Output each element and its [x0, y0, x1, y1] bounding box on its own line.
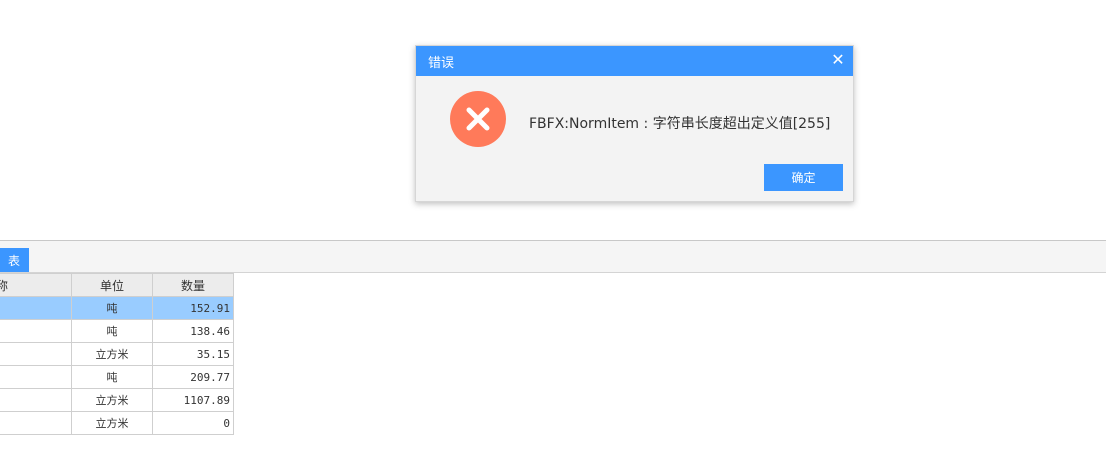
- panel-tabbar: 表: [0, 241, 1106, 273]
- cell-quantity[interactable]: 0: [152, 411, 234, 435]
- column-header-name[interactable]: 名称: [0, 273, 72, 297]
- table-row[interactable]: 筋 吨 138.46: [0, 319, 234, 343]
- cell-name[interactable]: [0, 365, 72, 389]
- table-row[interactable]: 立方米 35.15: [0, 342, 234, 366]
- error-dialog: 错误 ✕ FBFX:NormItem : 字符串长度超出定义值[255] 确定: [415, 45, 854, 202]
- error-message: FBFX:NormItem : 字符串长度超出定义值[255]: [529, 116, 831, 132]
- tab-table[interactable]: 表: [0, 248, 29, 272]
- cell-name[interactable]: [0, 342, 72, 366]
- cell-name[interactable]: [0, 388, 72, 412]
- quantity-table: 名称 单位 数量 吨 152.91 筋 吨 138.46 立方米 35.15 吨…: [0, 273, 234, 435]
- cell-name[interactable]: 筋: [0, 319, 72, 343]
- close-icon[interactable]: ✕: [831, 52, 845, 68]
- dialog-title: 错误: [428, 55, 455, 71]
- cell-quantity[interactable]: 138.46: [152, 319, 234, 343]
- cell-unit[interactable]: 吨: [71, 296, 153, 320]
- dialog-header[interactable]: 错误 ✕: [416, 46, 853, 76]
- tab-label: 表: [7, 253, 20, 268]
- ok-button[interactable]: 确定: [764, 164, 843, 191]
- cell-unit[interactable]: 立方米: [71, 388, 153, 412]
- cell-quantity[interactable]: 35.15: [152, 342, 234, 366]
- table-row[interactable]: 吨 209.77: [0, 365, 234, 389]
- cell-name[interactable]: [0, 411, 72, 435]
- column-header-quantity[interactable]: 数量: [152, 273, 234, 297]
- cell-unit[interactable]: 立方米: [71, 411, 153, 435]
- column-header-unit[interactable]: 单位: [71, 273, 153, 297]
- cell-unit[interactable]: 吨: [71, 365, 153, 389]
- cell-unit[interactable]: 立方米: [71, 342, 153, 366]
- table-row[interactable]: 吨 152.91: [0, 296, 234, 320]
- cell-name[interactable]: [0, 296, 72, 320]
- cell-quantity[interactable]: 209.77: [152, 365, 234, 389]
- cell-unit[interactable]: 吨: [71, 319, 153, 343]
- table-header-row: 名称 单位 数量: [0, 273, 234, 297]
- table-row[interactable]: 立方米 0: [0, 411, 234, 435]
- error-x-icon: [450, 91, 506, 147]
- table-row[interactable]: 立方米 1107.89: [0, 388, 234, 412]
- cell-quantity[interactable]: 1107.89: [152, 388, 234, 412]
- cell-quantity[interactable]: 152.91: [152, 296, 234, 320]
